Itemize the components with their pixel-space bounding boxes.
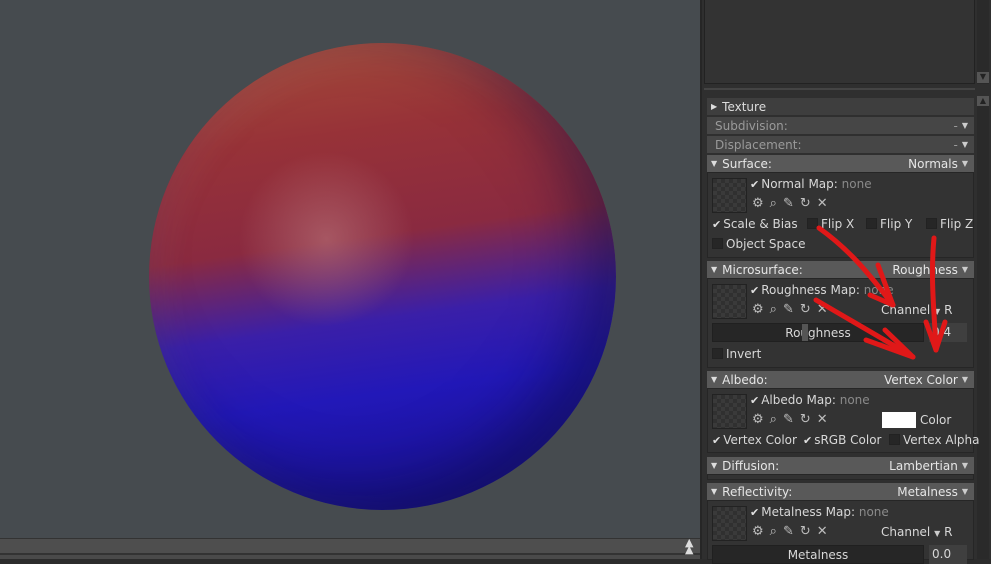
- annotation-arrow: [929, 235, 939, 353]
- annotation-arrow: [816, 225, 896, 308]
- annotation-arrows: [813, 225, 948, 360]
- annotation-arrow: [813, 297, 916, 360]
- annotation-arrow: [867, 262, 896, 308]
